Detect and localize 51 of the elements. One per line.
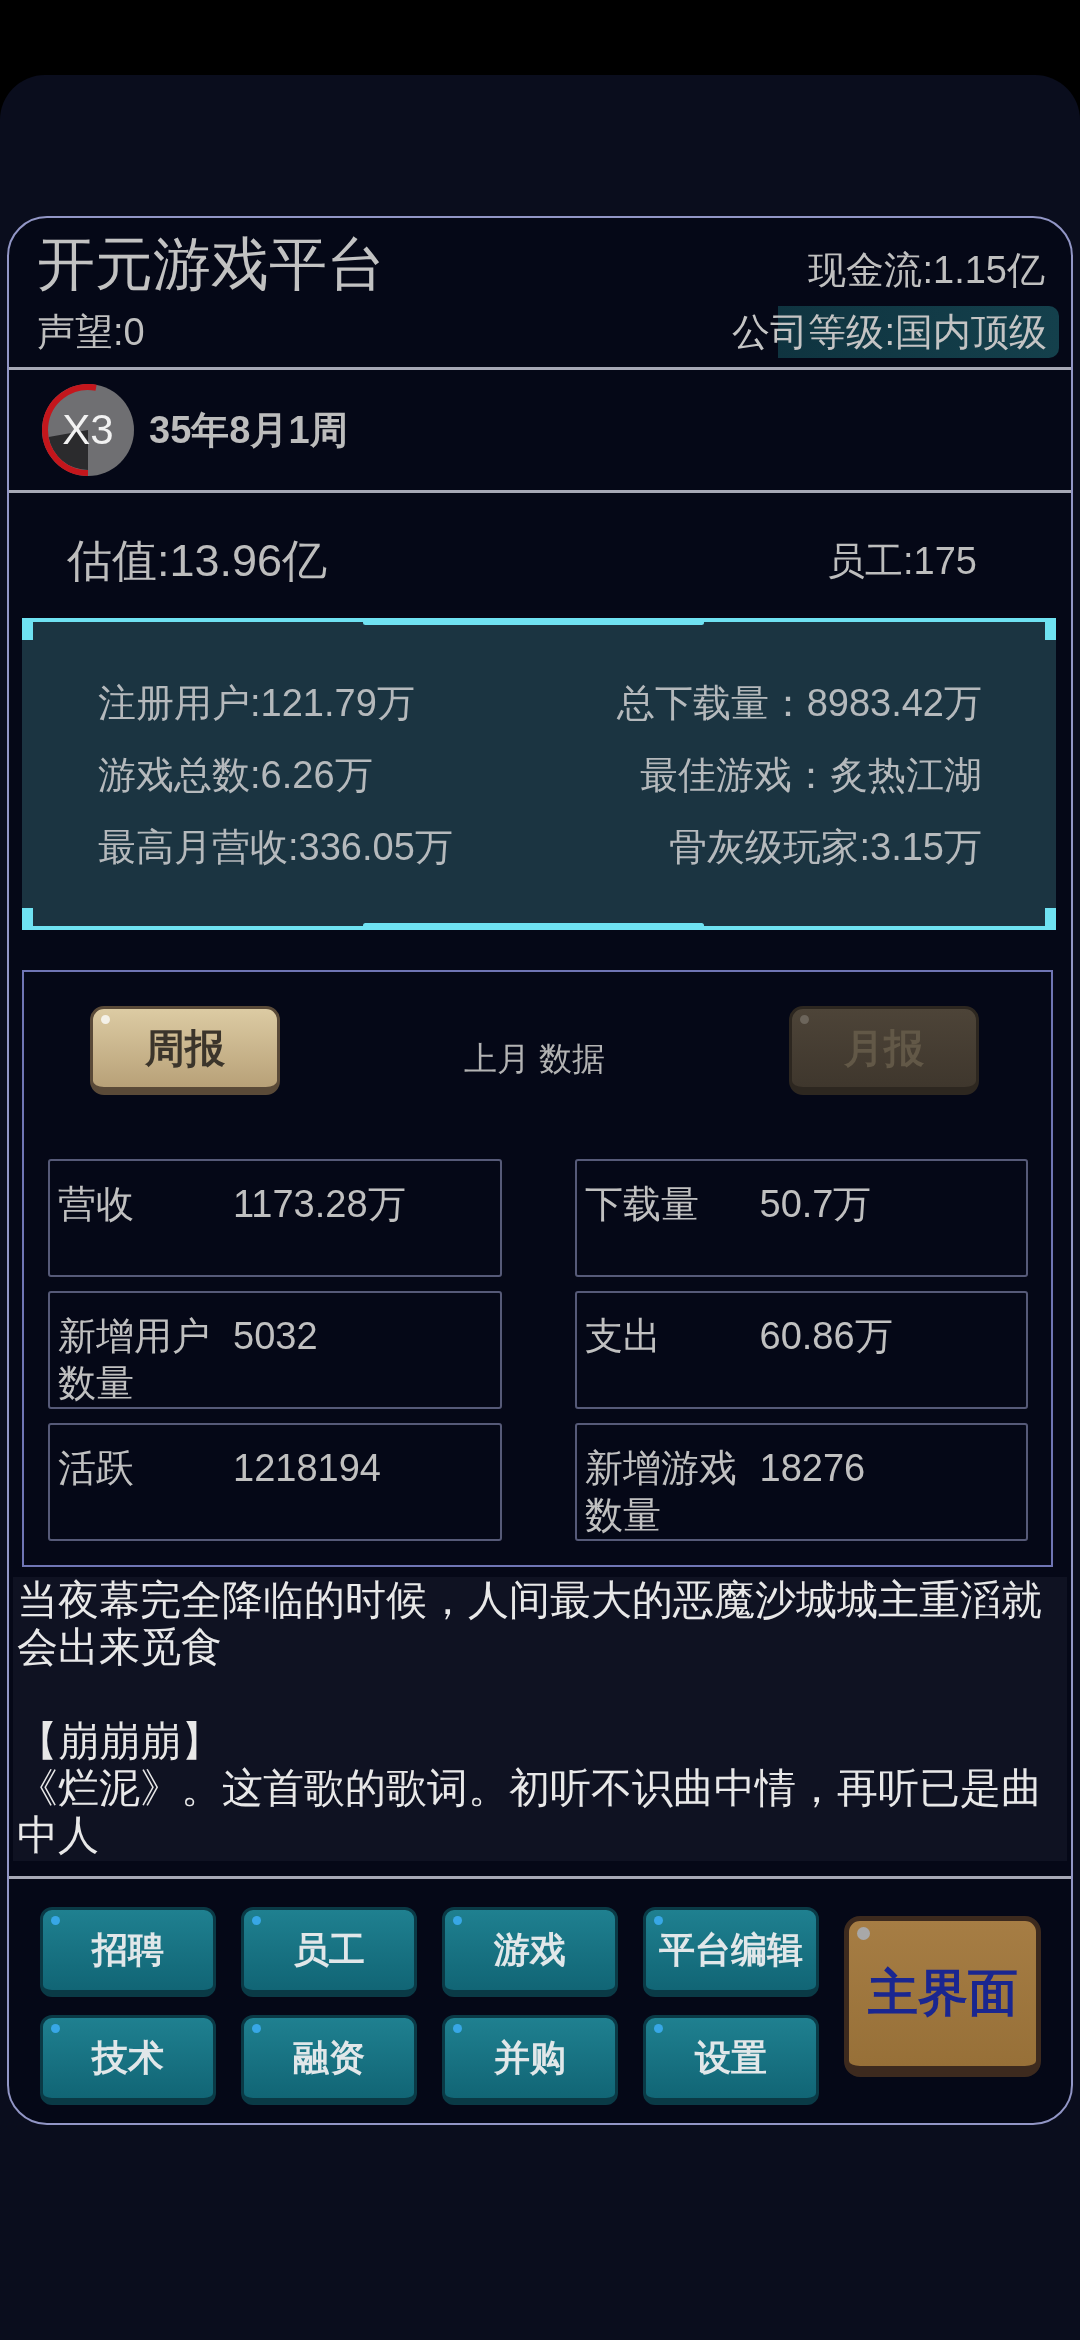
- home-button[interactable]: 主界面: [844, 1916, 1041, 2077]
- stat-value: 1173.28万: [233, 1182, 406, 1227]
- menu-button[interactable]: 融资: [241, 2015, 417, 2105]
- stat-label: 支出: [584, 1314, 662, 1359]
- stat-text: 总下载量：8983.42万: [615, 681, 982, 726]
- stat-label: 营收: [58, 1182, 135, 1227]
- stat-text: 游戏总数:6.26万: [98, 753, 374, 798]
- menu-button[interactable]: 平台编辑: [643, 1907, 819, 1997]
- highlight-dot-icon: [453, 2024, 462, 2033]
- menu-button[interactable]: 设置: [643, 2015, 819, 2105]
- employee-count-label: 员工:175: [827, 539, 977, 584]
- stat-label: 活跃: [58, 1446, 135, 1491]
- stat-label: 新增用户数量: [58, 1314, 211, 1406]
- highlight-dot-icon: [857, 1927, 870, 1940]
- menu-button[interactable]: 技术: [40, 2015, 216, 2105]
- date-label: 35年8月1周: [149, 407, 348, 453]
- reputation-label: 声望:0: [37, 310, 145, 355]
- highlight-dot-icon: [453, 1916, 462, 1925]
- stat-value: 50.7万: [759, 1182, 872, 1227]
- company-level-label: 公司等级:国内顶级: [732, 306, 1059, 358]
- stat-value: 18276: [759, 1446, 866, 1491]
- highlight-dot-icon: [51, 2024, 60, 2033]
- menu-button[interactable]: 招聘: [40, 1907, 216, 1997]
- app-title: 开元游戏平台: [37, 230, 385, 298]
- highlight-dot-icon: [654, 2024, 663, 2033]
- menu-button[interactable]: 游戏: [442, 1907, 618, 1997]
- log-text: 当夜幕完全降临的时候，人间最大的恶魔沙城城主重滔就会出来觅食: [17, 1577, 1043, 1671]
- stat-value: 5032: [233, 1314, 318, 1359]
- stat-value: 1218194: [233, 1446, 381, 1491]
- stat-value: 60.86万: [759, 1314, 893, 1359]
- stat-label: 下载量: [584, 1182, 700, 1227]
- highlight-dot-icon: [800, 1015, 809, 1024]
- highlight-dot-icon: [101, 1015, 110, 1024]
- highlight-dot-icon: [252, 2024, 261, 2033]
- highlight-dot-icon: [654, 1916, 663, 1925]
- cash-flow-label: 现金流:1.15亿: [808, 248, 1045, 293]
- report-tab[interactable]: 周报: [90, 1006, 280, 1095]
- highlight-dot-icon: [51, 1916, 60, 1925]
- stat-text: 骨灰级玩家:3.15万: [668, 825, 982, 870]
- stat-text: 注册用户:121.79万: [98, 681, 416, 726]
- speed-button[interactable]: X3: [42, 384, 134, 476]
- stat-label: 新增游戏数量: [584, 1446, 738, 1538]
- highlight-dot-icon: [252, 1916, 261, 1925]
- stat-text: 最高月营收:336.05万: [98, 825, 454, 870]
- menu-button[interactable]: 并购: [442, 2015, 618, 2105]
- valuation-label: 估值:13.96亿: [67, 534, 328, 588]
- log-title: 【崩崩崩】: [17, 1718, 223, 1765]
- period-label: 上月 数据: [463, 1039, 606, 1079]
- log-text: 《烂泥》。这首歌的歌词。初听不识曲中情，再听已是曲中人: [17, 1765, 1043, 1859]
- stat-text: 最佳游戏：炙热江湖: [639, 753, 982, 798]
- menu-button[interactable]: 员工: [241, 1907, 417, 1997]
